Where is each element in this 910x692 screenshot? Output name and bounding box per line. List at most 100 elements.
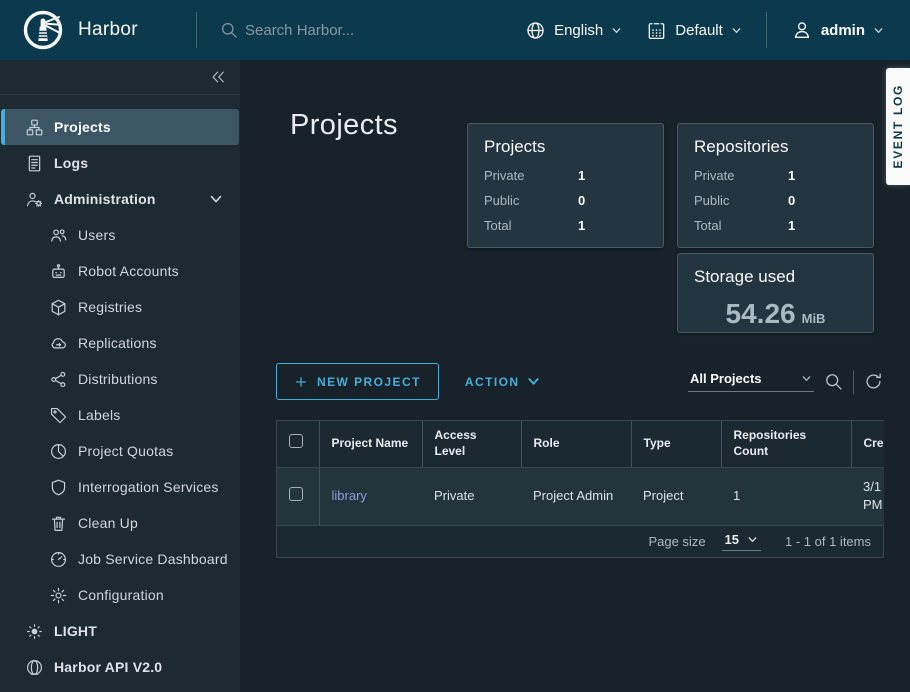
gauge-icon xyxy=(49,550,68,569)
project-link[interactable]: library xyxy=(332,488,367,503)
row-checkbox[interactable] xyxy=(289,487,303,501)
refresh-button[interactable] xyxy=(863,371,884,392)
event-log-tab[interactable]: EVENT LOG xyxy=(886,68,910,185)
items-range: 1 - 1 of 1 items xyxy=(785,534,871,549)
sidebar-item-harbor-api[interactable]: Harbor API V2.0 xyxy=(1,649,239,685)
user-icon xyxy=(791,19,813,41)
sidebar-item-label: Labels xyxy=(78,407,120,423)
org-chart-icon xyxy=(25,118,44,137)
header-search xyxy=(219,20,525,40)
sidebar-item-configuration[interactable]: Configuration xyxy=(1,577,239,613)
plus-icon xyxy=(294,375,308,389)
sidebar-item-replications[interactable]: Replications xyxy=(1,325,239,361)
header-actions: English Default admin xyxy=(525,12,910,48)
sidebar-item-clean-up[interactable]: Clean Up xyxy=(1,505,239,541)
projects-toolbar: NEW PROJECT ACTION All Projects xyxy=(276,363,884,400)
refresh-icon xyxy=(863,371,884,392)
new-project-button[interactable]: NEW PROJECT xyxy=(276,363,439,400)
cell-role: Project Admin xyxy=(521,467,631,525)
sidebar-item-labels[interactable]: Labels xyxy=(1,397,239,433)
sidebar-item-distributions[interactable]: Distributions xyxy=(1,361,239,397)
sidebar-item-label: Clean Up xyxy=(78,515,138,531)
cloud-icon xyxy=(49,334,68,353)
page-size-select[interactable]: 15 xyxy=(722,532,761,551)
column-header-creation-time[interactable]: Cre xyxy=(851,421,884,467)
sidebar-nav: Projects Logs Administration Users xyxy=(0,95,240,685)
projects-datagrid: Project Name Access Level Role Type Repo… xyxy=(276,420,884,558)
sidebar-item-interrogation-services[interactable]: Interrogation Services xyxy=(1,469,239,505)
sidebar-collapse-button[interactable] xyxy=(0,60,240,95)
sidebar-item-theme-light[interactable]: LIGHT xyxy=(1,613,239,649)
sidebar-item-label: Distributions xyxy=(78,371,158,387)
users-icon xyxy=(49,226,68,245)
default-label: Default xyxy=(675,22,723,39)
stat-row: Total 1 xyxy=(678,218,873,233)
language-label: English xyxy=(554,22,603,39)
sidebar-item-job-service-dashboard[interactable]: Job Service Dashboard xyxy=(1,541,239,577)
cell-access-level: Private xyxy=(422,467,521,525)
column-header-project-name[interactable]: Project Name xyxy=(319,421,422,467)
projects-table: Project Name Access Level Role Type Repo… xyxy=(277,421,884,526)
default-menu[interactable]: Default xyxy=(646,20,742,41)
card-title: Projects xyxy=(484,137,647,157)
main-content: Projects Projects Private 1 Public 0 Tot… xyxy=(240,60,910,692)
chevron-down-icon xyxy=(527,375,540,388)
column-header-role[interactable]: Role xyxy=(521,421,631,467)
storage-value-line: 54.26MiB xyxy=(678,298,873,330)
sidebar-item-label: Job Service Dashboard xyxy=(78,551,228,567)
robot-icon xyxy=(49,262,68,281)
column-header-type[interactable]: Type xyxy=(631,421,721,467)
page-title: Projects xyxy=(290,109,398,142)
sidebar-item-project-quotas[interactable]: Project Quotas xyxy=(1,433,239,469)
sidebar: Projects Logs Administration Users xyxy=(0,60,240,692)
chevron-down-icon xyxy=(611,25,622,36)
sidebar-item-label: Configuration xyxy=(78,587,164,603)
column-header-repositories-count[interactable]: Repositories Count xyxy=(721,421,851,467)
sidebar-item-administration[interactable]: Administration xyxy=(1,181,239,217)
project-filter-select[interactable]: All Projects xyxy=(688,371,814,392)
select-all-header-cell xyxy=(277,421,319,467)
pie-chart-icon xyxy=(49,442,68,461)
chevron-down-icon xyxy=(209,192,223,206)
sidebar-item-users[interactable]: Users xyxy=(1,217,239,253)
harbor-lighthouse-icon xyxy=(22,9,64,51)
card-title: Repositories xyxy=(694,137,857,157)
sidebar-item-label: Administration xyxy=(54,191,156,207)
share-icon xyxy=(49,370,68,389)
table-header-row: Project Name Access Level Role Type Repo… xyxy=(277,421,884,467)
stat-row: Private 1 xyxy=(678,168,873,183)
cell-project-name: library xyxy=(319,467,422,525)
sidebar-item-label: Registries xyxy=(78,299,142,315)
sidebar-item-logs[interactable]: Logs xyxy=(1,145,239,181)
sidebar-item-robot-accounts[interactable]: Robot Accounts xyxy=(1,253,239,289)
toolbar-right: All Projects xyxy=(688,370,884,394)
logs-icon xyxy=(25,154,44,173)
search-button[interactable] xyxy=(823,371,844,392)
sidebar-item-registries[interactable]: Registries xyxy=(1,289,239,325)
chevron-down-icon xyxy=(873,25,884,36)
repositories-summary-card: Repositories Private 1 Public 0 Total 1 xyxy=(677,123,874,248)
sidebar-item-projects[interactable]: Projects xyxy=(1,109,239,145)
sidebar-item-label: Projects xyxy=(54,119,111,135)
stat-row: Public 0 xyxy=(678,193,873,208)
action-dropdown-button[interactable]: ACTION xyxy=(465,375,540,389)
search-input[interactable] xyxy=(245,22,525,39)
language-menu[interactable]: English xyxy=(525,20,622,41)
cube-icon xyxy=(49,298,68,317)
storage-summary-card: Storage used 54.26MiB xyxy=(677,253,874,333)
stat-row: Total 1 xyxy=(468,218,663,233)
select-all-checkbox[interactable] xyxy=(289,434,303,448)
brand[interactable]: Harbor xyxy=(0,9,196,51)
sidebar-item-label: LIGHT xyxy=(54,623,97,639)
column-header-access-level[interactable]: Access Level xyxy=(422,421,521,467)
header-divider xyxy=(196,12,197,48)
row-select-cell xyxy=(277,467,319,525)
page-size-label: Page size xyxy=(648,534,705,549)
user-label: admin xyxy=(821,22,865,39)
shield-icon xyxy=(49,478,68,497)
user-menu[interactable]: admin xyxy=(791,19,884,41)
chevron-down-icon xyxy=(731,25,742,36)
search-icon xyxy=(823,371,844,392)
projects-summary-card: Projects Private 1 Public 0 Total 1 xyxy=(467,123,664,248)
brand-name: Harbor xyxy=(78,19,138,41)
